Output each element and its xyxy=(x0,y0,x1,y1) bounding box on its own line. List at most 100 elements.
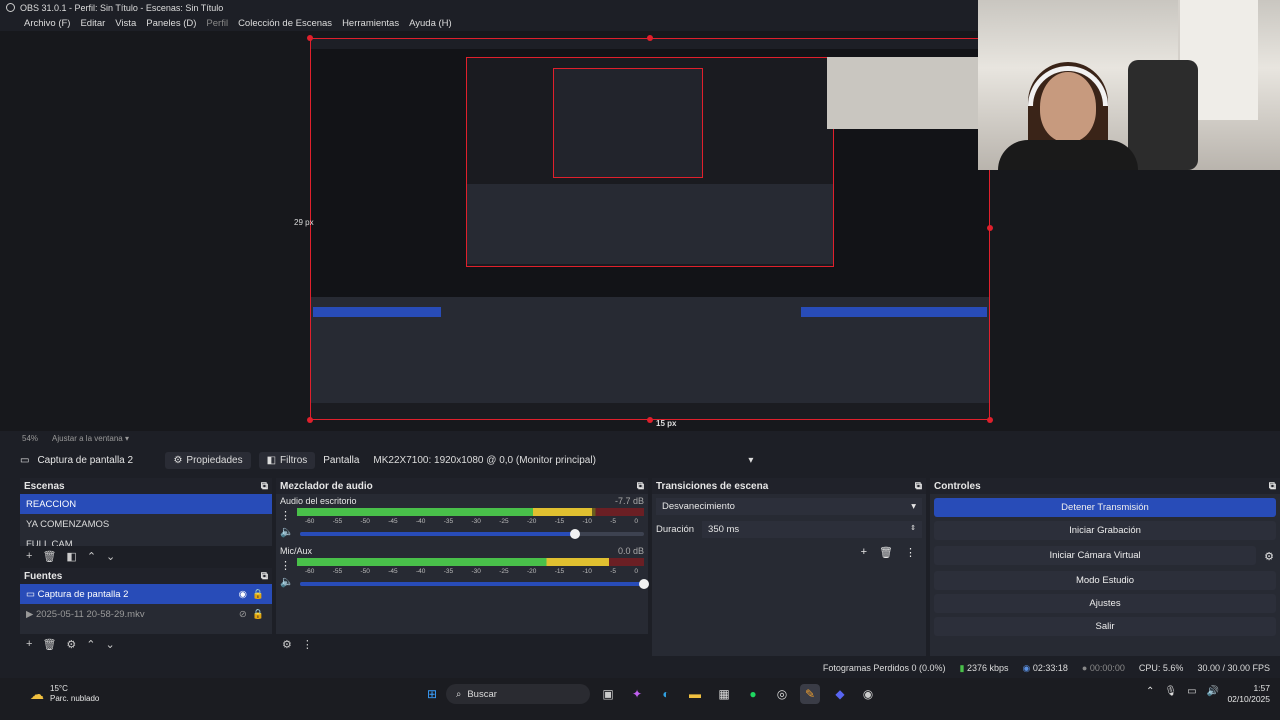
menu-paneles[interactable]: Paneles (D) xyxy=(146,18,196,29)
trash-icon[interactable]: 🗑 xyxy=(879,546,893,559)
duration-input[interactable]: 350 ms ⇕ xyxy=(702,521,922,538)
source-item[interactable]: ▭ Captura de pantalla 2 ◉ 🔒 xyxy=(20,584,272,604)
speaker-icon[interactable]: 🔈 xyxy=(280,525,294,538)
add-icon[interactable]: + xyxy=(26,638,32,650)
add-icon[interactable]: + xyxy=(861,546,867,559)
chevron-down-icon[interactable]: ⌄ xyxy=(106,638,115,651)
store-icon[interactable]: ▦ xyxy=(714,684,734,704)
app-icon[interactable]: ✎ xyxy=(800,684,820,704)
undock-icon[interactable]: ⧉ xyxy=(261,481,268,492)
channel-name: Audio del escritorio xyxy=(280,496,357,506)
volume-slider[interactable] xyxy=(299,578,649,589)
resize-handle[interactable] xyxy=(307,417,313,423)
preview-canvas[interactable] xyxy=(310,38,990,420)
gear-icon[interactable]: ⚙ xyxy=(1258,550,1280,563)
display-icon[interactable]: ▭ xyxy=(1187,686,1196,697)
taskbar-search[interactable]: ⌕ Buscar xyxy=(446,684,590,704)
menu-perfil[interactable]: Perfil xyxy=(206,18,228,29)
spotify-icon[interactable]: ● xyxy=(743,684,763,704)
rec-time: ● 00:00:00 xyxy=(1081,663,1125,673)
resize-handle[interactable] xyxy=(987,417,993,423)
scene-item[interactable]: REACCION xyxy=(20,494,272,514)
undock-icon[interactable]: ⧉ xyxy=(915,481,922,492)
start-virtual-camera-button[interactable]: Iniciar Cámara Virtual xyxy=(934,546,1257,565)
chevron-down-icon: ▾ xyxy=(748,454,754,466)
trash-icon[interactable]: 🗑 xyxy=(42,638,56,651)
menu-archivo[interactable]: Archivo (F) xyxy=(24,18,70,29)
chevron-up-icon[interactable]: ⌃ xyxy=(1146,686,1154,697)
window-title: OBS 31.0.1 - Perfil: Sin Título - Escena… xyxy=(20,2,224,13)
undock-icon[interactable]: ⧉ xyxy=(637,481,644,492)
exit-button[interactable]: Salir xyxy=(934,617,1276,636)
menu-vista[interactable]: Vista xyxy=(115,18,136,29)
menu-editar[interactable]: Editar xyxy=(80,18,105,29)
volume-slider[interactable] xyxy=(299,528,644,539)
filter-icon[interactable]: ◧ xyxy=(66,550,76,563)
start-recording-button[interactable]: Iniciar Grabación xyxy=(934,521,1276,540)
microphone-icon[interactable]: 🎙 xyxy=(1164,686,1177,697)
more-icon[interactable]: ⋮ xyxy=(905,546,916,559)
settings-button[interactable]: Ajustes xyxy=(934,594,1276,613)
copilot-icon[interactable]: ✦ xyxy=(627,684,647,704)
source-item[interactable]: ▶ 2025-05-11 20-58-29.mkv ⊘ 🔒 xyxy=(20,604,272,624)
file-explorer-icon[interactable]: ▬ xyxy=(685,684,705,704)
more-icon[interactable]: ⋮ xyxy=(280,559,291,572)
fit-window-dropdown[interactable]: Ajustar a la ventana ▾ xyxy=(52,434,129,443)
eye-hidden-icon[interactable]: ⊘ xyxy=(239,609,247,620)
undock-icon[interactable]: ⧉ xyxy=(261,571,268,582)
gear-icon[interactable]: ⚙ xyxy=(282,638,292,651)
transition-select[interactable]: Desvanecimiento ▾ xyxy=(656,498,922,515)
streamer-shirt xyxy=(998,140,1138,170)
screen-select[interactable]: MK22X7100: 1920x1080 @ 0,0 (Monitor prin… xyxy=(367,451,760,469)
scene-item[interactable]: YA COMENZAMOS xyxy=(20,514,272,534)
scene-item[interactable]: FULL CAM xyxy=(20,534,272,547)
menu-coleccion-escenas[interactable]: Colección de Escenas xyxy=(238,18,332,29)
scale-tick: -50 xyxy=(360,518,370,525)
zoom-level[interactable]: 54% xyxy=(22,434,38,443)
stop-stream-button[interactable]: Detener Transmisión xyxy=(934,498,1276,517)
stream-time: ◉ 02:33:18 xyxy=(1022,662,1068,673)
steam-icon[interactable]: ◉ xyxy=(858,684,878,704)
filter-icon: ◧ xyxy=(266,454,277,466)
properties-button[interactable]: ⚙ Propiedades xyxy=(165,451,251,469)
lock-icon[interactable]: 🔒 xyxy=(252,609,264,620)
status-bar: Fotogramas Perdidos 0 (0.0%) ▮ 2376 kbps… xyxy=(0,660,1280,676)
chevron-up-icon[interactable]: ⌃ xyxy=(87,550,96,563)
undock-icon[interactable]: ⧉ xyxy=(1269,481,1276,492)
screen-label: Pantalla xyxy=(323,454,360,466)
more-icon[interactable]: ⋮ xyxy=(280,509,291,522)
gear-icon[interactable]: ⚙ xyxy=(66,638,76,651)
title-bar: OBS 31.0.1 - Perfil: Sin Título - Escena… xyxy=(0,0,980,15)
speaker-icon[interactable]: 🔈 xyxy=(280,575,294,588)
trash-icon[interactable]: 🗑 xyxy=(42,550,56,563)
eye-icon[interactable]: ◉ xyxy=(239,589,247,600)
edge-icon[interactable]: ◐ xyxy=(656,684,676,704)
scale-tick: -20 xyxy=(527,568,537,575)
resize-handle[interactable] xyxy=(987,225,993,231)
volume-icon[interactable]: 🔊 xyxy=(1207,686,1219,697)
discord-icon[interactable]: ◆ xyxy=(830,684,850,704)
menu-herramientas[interactable]: Herramientas xyxy=(342,18,399,29)
scale-tick: -25 xyxy=(499,568,509,575)
chevron-up-icon[interactable]: ⌃ xyxy=(86,638,95,651)
resize-handle[interactable] xyxy=(307,35,313,41)
clock[interactable]: 1:57 02/10/2025 xyxy=(1226,683,1270,705)
weather-widget[interactable]: ☁ 15°C Parc. nublado xyxy=(30,684,99,704)
filters-button[interactable]: ◧ Filtros xyxy=(258,451,316,469)
scenes-dock: Escenas ⧉ REACCION YA COMENZAMOS FULL CAM… xyxy=(20,478,272,566)
selected-source-name: Captura de pantalla 2 xyxy=(37,454,134,466)
lock-icon[interactable]: 🔒 xyxy=(252,589,264,600)
menu-ayuda[interactable]: Ayuda (H) xyxy=(409,18,452,29)
task-view-icon[interactable]: ▣ xyxy=(598,684,618,704)
windows-start-icon[interactable]: ⊞ xyxy=(422,684,442,704)
resize-handle[interactable] xyxy=(647,35,653,41)
chevron-down-icon[interactable]: ⌄ xyxy=(106,550,115,563)
studio-mode-button[interactable]: Modo Estudio xyxy=(934,571,1276,590)
more-icon[interactable]: ⋮ xyxy=(302,638,313,651)
obs-taskbar-icon[interactable]: ◎ xyxy=(772,684,792,704)
controls-title: Controles xyxy=(934,480,981,492)
resize-handle[interactable] xyxy=(647,417,653,423)
add-icon[interactable]: + xyxy=(26,550,32,562)
signal-icon: ▮ xyxy=(959,662,965,673)
bottom-offset-label: 15 px xyxy=(656,419,677,428)
